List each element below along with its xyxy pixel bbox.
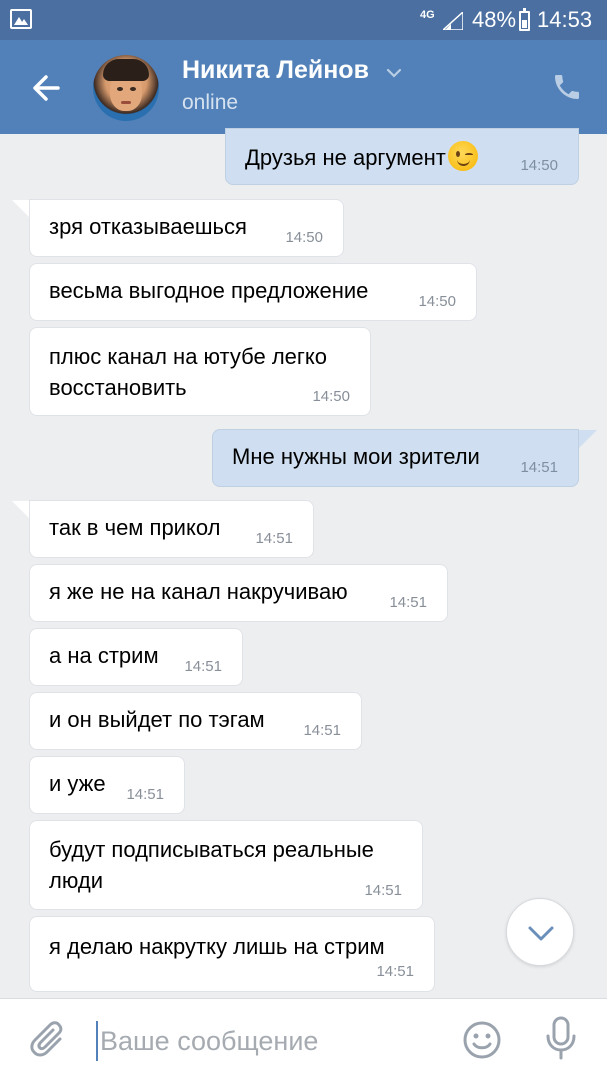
arrow-left-icon[interactable]	[26, 68, 66, 108]
message-time: 14:51	[184, 658, 222, 675]
chat-header: Никита Лейнов online	[0, 40, 607, 134]
message-incoming[interactable]: я делаю накрутку лишь на стрим 14:51	[29, 916, 435, 992]
message-text: и он выйдет по тэгам	[49, 707, 265, 732]
chevron-down-icon[interactable]	[386, 66, 402, 80]
message-time: 14:51	[376, 963, 414, 980]
contact-status: online	[182, 91, 239, 114]
message-time: 14:51	[389, 594, 427, 611]
clock: 14:53	[537, 7, 593, 32]
message-time: 14:51	[364, 882, 402, 899]
message-text: весьма выгодное предложение	[49, 278, 369, 303]
scroll-to-bottom-button[interactable]	[506, 898, 574, 966]
message-composer	[0, 998, 607, 1080]
message-text: и уже	[49, 771, 106, 796]
message-time: 14:50	[312, 388, 350, 405]
message-time: 14:51	[520, 459, 558, 476]
message-incoming[interactable]: и он выйдет по тэгам 14:51	[29, 692, 362, 750]
battery-percent: 48%	[472, 7, 517, 32]
message-time: 14:51	[303, 722, 341, 739]
message-text: я же не на канал накручиваю	[49, 579, 348, 604]
image-notification-icon	[10, 9, 32, 29]
avatar[interactable]	[93, 55, 159, 121]
message-text: я делаю накрутку лишь на стрим	[49, 934, 385, 959]
message-text: так в чем прикол	[49, 515, 221, 540]
paperclip-icon[interactable]	[30, 1021, 68, 1061]
phone-icon[interactable]	[551, 71, 583, 103]
microphone-icon[interactable]	[544, 1016, 578, 1060]
message-time: 14:50	[418, 293, 456, 310]
contact-name[interactable]: Никита Лейнов	[182, 56, 369, 85]
message-incoming[interactable]: весьма выгодное предложение 14:50	[29, 263, 477, 321]
message-time: 14:51	[126, 786, 164, 803]
message-text: а на стрим	[49, 643, 159, 668]
message-incoming[interactable]: будут подписываться реальные люди 14:51	[29, 820, 423, 910]
message-time: 14:51	[255, 530, 293, 547]
message-incoming[interactable]: зря отказываешься 14:50	[29, 199, 344, 257]
message-text: будут подписываться реальные люди	[49, 837, 374, 893]
message-incoming[interactable]: так в чем прикол 14:51	[29, 500, 314, 558]
status-bar: 4G 48% 14:53	[0, 0, 607, 40]
message-incoming[interactable]: я же не на канал накручиваю 14:51	[29, 564, 448, 622]
network-type: 4G	[420, 9, 435, 21]
signal-icon	[443, 12, 463, 30]
battery-icon	[519, 8, 530, 31]
chevron-down-icon	[528, 926, 554, 941]
message-incoming[interactable]: а на стрим 14:51	[29, 628, 243, 686]
message-time: 14:50	[520, 157, 558, 174]
message-input[interactable]	[96, 1021, 446, 1061]
smile-icon[interactable]	[462, 1020, 502, 1060]
message-time: 14:50	[285, 229, 323, 246]
bubble-tail	[577, 430, 597, 450]
message-text: Друзья не аргумент	[245, 145, 446, 170]
message-text: Мне нужны мои зрители	[232, 444, 480, 469]
message-text: зря отказываешься	[49, 214, 247, 239]
message-outgoing[interactable]: Друзья не аргумент 14:50	[225, 128, 579, 185]
message-incoming[interactable]: и уже 14:51	[29, 756, 185, 814]
message-incoming[interactable]: плюс канал на ютубе легко восстановить 1…	[29, 327, 371, 416]
wink-emoji-icon	[447, 141, 478, 171]
message-outgoing[interactable]: Мне нужны мои зрители 14:51	[212, 429, 579, 487]
